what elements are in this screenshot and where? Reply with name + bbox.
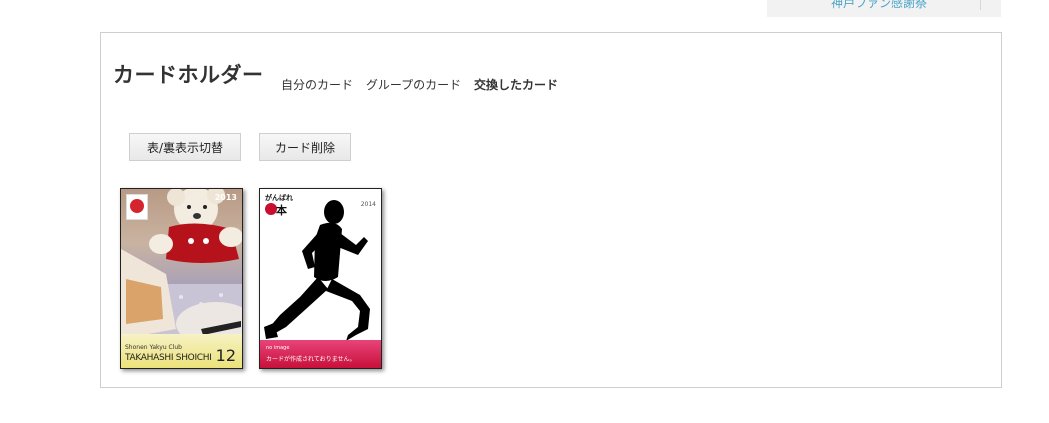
club-badge: [126, 194, 148, 220]
no-image-label: no image: [266, 345, 290, 351]
card-year: 2014: [360, 201, 376, 208]
top-link-box: 神戸ファン感謝祭: [767, 0, 1001, 17]
tab-group-cards[interactable]: グループのカード: [366, 76, 461, 93]
player-number: 12: [215, 346, 236, 365]
heart-icon: [130, 199, 144, 213]
club-name: Shonen Yakyu Club: [125, 344, 182, 351]
nippon-caption: 本: [276, 204, 287, 217]
player-name: TAKAHASHI SHOICHI: [125, 353, 212, 363]
page-title: カードホルダー: [113, 63, 264, 87]
card-item[interactable]: がんばれ 本 2014 no image カードが作成されておりません。: [259, 188, 382, 369]
top-link[interactable]: 神戸ファン感謝祭: [831, 0, 927, 11]
divider: [980, 0, 981, 10]
card-not-created-label: カードが作成されておりません。: [266, 356, 356, 363]
holder-tabs: 自分のカード グループのカード 交換したカード: [281, 76, 567, 93]
delete-card-button[interactable]: カード削除: [259, 133, 351, 161]
card-holder-panel: カードホルダー 自分のカード グループのカード 交換したカード 表/裏表示切替 …: [100, 32, 1002, 388]
toggle-face-button[interactable]: 表/裏表示切替: [129, 133, 241, 161]
card-year: 2013: [214, 193, 237, 202]
tab-my-cards[interactable]: 自分のカード: [281, 76, 353, 93]
card-item[interactable]: 2013 Shonen Yakyu Club TAKAHASHI SHOICHI…: [120, 188, 243, 369]
tab-exchanged-cards[interactable]: 交換したカード: [474, 76, 558, 93]
